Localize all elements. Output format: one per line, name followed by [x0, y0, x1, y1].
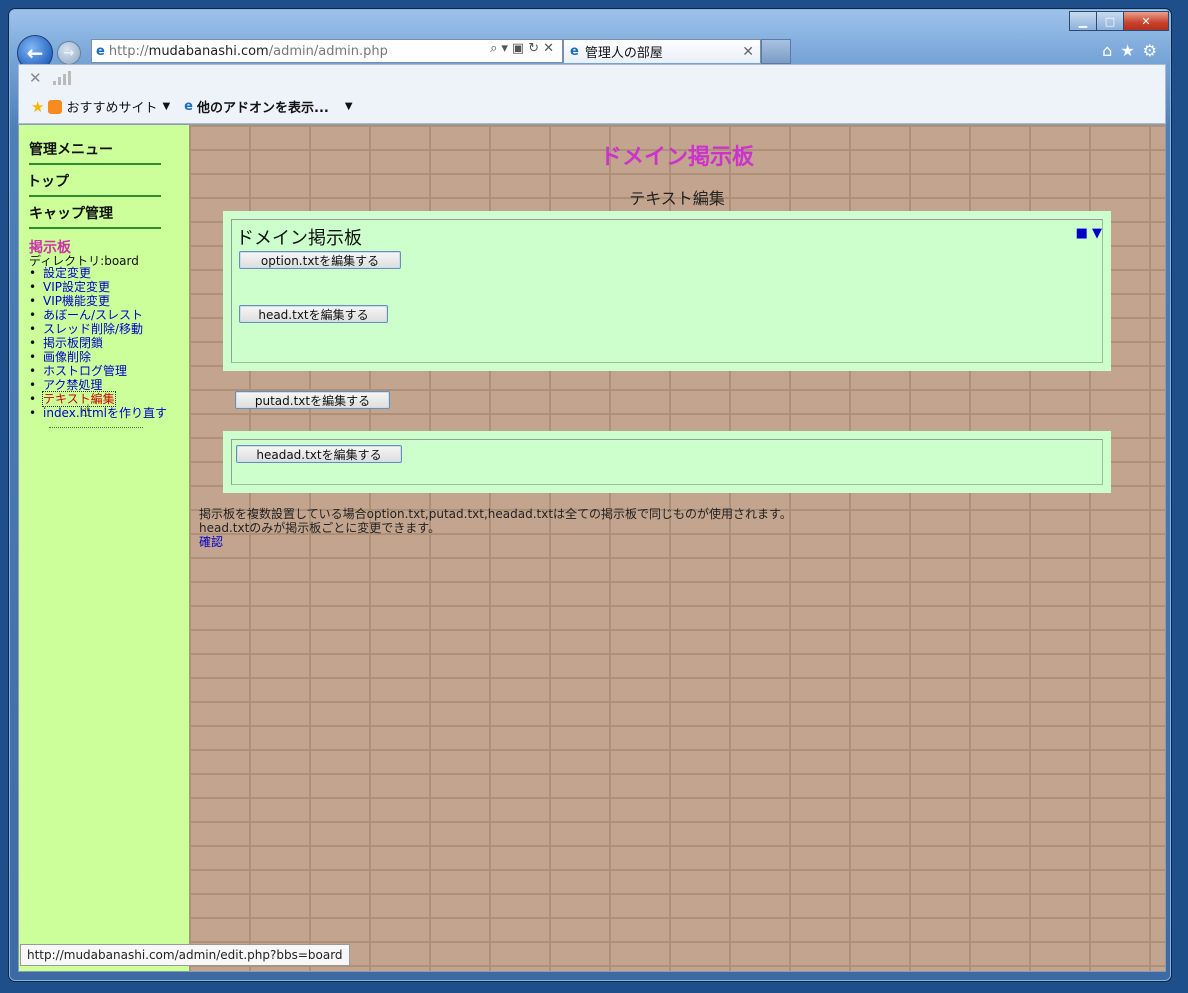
- collapse-arrows-icon[interactable]: ■ ▼: [1076, 226, 1102, 241]
- ie-page-icon: e: [96, 43, 105, 59]
- edit-headad-button[interactable]: headad.txtを編集する: [236, 445, 402, 463]
- maximize-button[interactable]: □: [1096, 11, 1124, 31]
- tab-title: 管理人の部屋: [584, 46, 663, 61]
- status-url-tooltip: http://mudabanashi.com/admin/edit.php?bb…: [20, 944, 350, 966]
- tab-ie-icon: e: [570, 44, 579, 59]
- address-bar[interactable]: e http://mudabanashi.com/admin/admin.php…: [91, 39, 563, 63]
- close-window-button[interactable]: ✕: [1123, 11, 1169, 31]
- page-subtitle: テキスト編集: [629, 189, 725, 208]
- confirm-link[interactable]: 確認: [199, 535, 223, 549]
- new-tab-button[interactable]: [761, 39, 791, 64]
- note-line-1: 掲示板を複数設置している場合option.txt,putad.txt,heada…: [199, 507, 792, 521]
- signal-icon: [53, 71, 73, 85]
- admin-menu-heading[interactable]: 管理メニュー: [29, 139, 113, 159]
- list-item: テキスト編集: [29, 391, 167, 407]
- chevron-down-icon[interactable]: ▼: [345, 101, 353, 112]
- top-link[interactable]: トップ: [27, 171, 69, 191]
- tab-admin-room[interactable]: e 管理人の部屋 ✕: [563, 39, 761, 63]
- page-viewport: 管理メニュー トップ キャップ管理 掲示板 ディレクトリ:board 設定変更 …: [18, 124, 1166, 972]
- addons-link[interactable]: 他のアドオンを表示...: [197, 97, 329, 116]
- divider: [49, 427, 143, 428]
- edit-head-button[interactable]: head.txtを編集する: [239, 305, 388, 323]
- command-bar: ✕ ★ おすすめサイト ▼ e 他のアドオンを表示... ▼: [18, 64, 1166, 124]
- panel-heading: ドメイン掲示板: [236, 228, 362, 249]
- list-item: VIP設定変更: [29, 280, 167, 294]
- menu-vip-settings[interactable]: VIP設定変更: [43, 280, 110, 294]
- menu-hostlog[interactable]: ホストログ管理: [43, 364, 127, 378]
- stop-icon[interactable]: ✕: [29, 69, 42, 87]
- suggested-sites-icon: [48, 99, 63, 114]
- url-path: /admin/admin.php: [268, 43, 388, 59]
- menu-board-close[interactable]: 掲示板閉鎖: [43, 336, 103, 350]
- favorites-add-icon[interactable]: ★: [31, 98, 44, 116]
- tab-close-icon[interactable]: ✕: [742, 44, 754, 60]
- list-item: index.htmlを作り直す: [29, 406, 167, 420]
- bbs-menu-list: 設定変更 VIP設定変更 VIP機能変更 あぼーん/スレスト スレッド削除/移動…: [29, 266, 167, 420]
- favorites-bar: ★ おすすめサイト ▼ e 他のアドオンを表示... ▼: [31, 97, 353, 117]
- headad-panel: headad.txtを編集する: [223, 431, 1111, 493]
- divider: [29, 163, 161, 165]
- edit-option-button[interactable]: option.txtを編集する: [239, 251, 401, 269]
- navigation-bar: ← → e http://mudabanashi.com/admin/admin…: [17, 35, 1167, 71]
- list-item: スレッド削除/移動: [29, 322, 167, 336]
- favorites-star-icon[interactable]: ★: [1120, 41, 1142, 60]
- list-item: アク禁処理: [29, 378, 167, 392]
- hand-cursor-icon: ☝: [81, 401, 91, 420]
- admin-sidebar: 管理メニュー トップ キャップ管理 掲示板 ディレクトリ:board 設定変更 …: [19, 125, 189, 971]
- menu-rebuild-index[interactable]: index.htmlを作り直す: [43, 406, 167, 420]
- url-prefix: http://: [108, 43, 149, 59]
- suggested-sites-link[interactable]: おすすめサイト: [66, 97, 157, 116]
- note-line-2: head.txtのみが掲示板ごとに変更できます。: [199, 521, 441, 535]
- list-item: 画像削除: [29, 350, 167, 364]
- headad-panel-frame: headad.txtを編集する: [231, 439, 1103, 485]
- window-controls: ▁ □ ✕: [1069, 11, 1169, 31]
- board-panel: ドメイン掲示板 ■ ▼ option.txtを編集する head.txtを編集す…: [223, 211, 1111, 371]
- menu-image-delete[interactable]: 画像削除: [43, 350, 91, 364]
- forward-button[interactable]: →: [57, 41, 81, 65]
- url-host: mudabanashi.com: [148, 43, 269, 59]
- addons-ie-icon: e: [184, 99, 193, 114]
- edit-putad-button[interactable]: putad.txtを編集する: [235, 391, 390, 409]
- menu-ban[interactable]: アク禁処理: [43, 378, 102, 392]
- home-icon[interactable]: ⌂: [1102, 41, 1120, 60]
- list-item: あぼーん/スレスト: [29, 308, 167, 322]
- divider: [29, 227, 161, 229]
- menu-text-edit[interactable]: テキスト編集: [42, 391, 116, 407]
- cap-admin-link[interactable]: キャップ管理: [29, 203, 113, 223]
- main-content: ドメイン掲示板 テキスト編集 ドメイン掲示板 ■ ▼ option.txtを編集…: [189, 125, 1165, 971]
- divider: [29, 195, 161, 197]
- note-text: 掲示板を複数設置している場合option.txt,putad.txt,heada…: [199, 507, 792, 549]
- list-item: VIP機能変更: [29, 294, 167, 308]
- board-panel-frame: ドメイン掲示板 ■ ▼ option.txtを編集する head.txtを編集す…: [231, 219, 1103, 363]
- list-item: ホストログ管理: [29, 364, 167, 378]
- list-item: 設定変更: [29, 266, 167, 280]
- gear-icon[interactable]: ⚙: [1143, 41, 1165, 60]
- minimize-button[interactable]: ▁: [1069, 11, 1097, 31]
- page-title: ドメイン掲示板: [599, 145, 754, 170]
- menu-thread-delete[interactable]: スレッド削除/移動: [43, 322, 143, 336]
- menu-settings[interactable]: 設定変更: [43, 266, 91, 280]
- menu-vip-functions[interactable]: VIP機能変更: [43, 294, 110, 308]
- address-tools-icons[interactable]: ⌕▾▣↻✕: [490, 41, 558, 56]
- toolbar-right-icons: ⌂★⚙: [1102, 41, 1165, 60]
- menu-abone[interactable]: あぼーん/スレスト: [43, 308, 143, 322]
- chevron-down-icon[interactable]: ▼: [162, 101, 170, 112]
- list-item: 掲示板閉鎖: [29, 336, 167, 350]
